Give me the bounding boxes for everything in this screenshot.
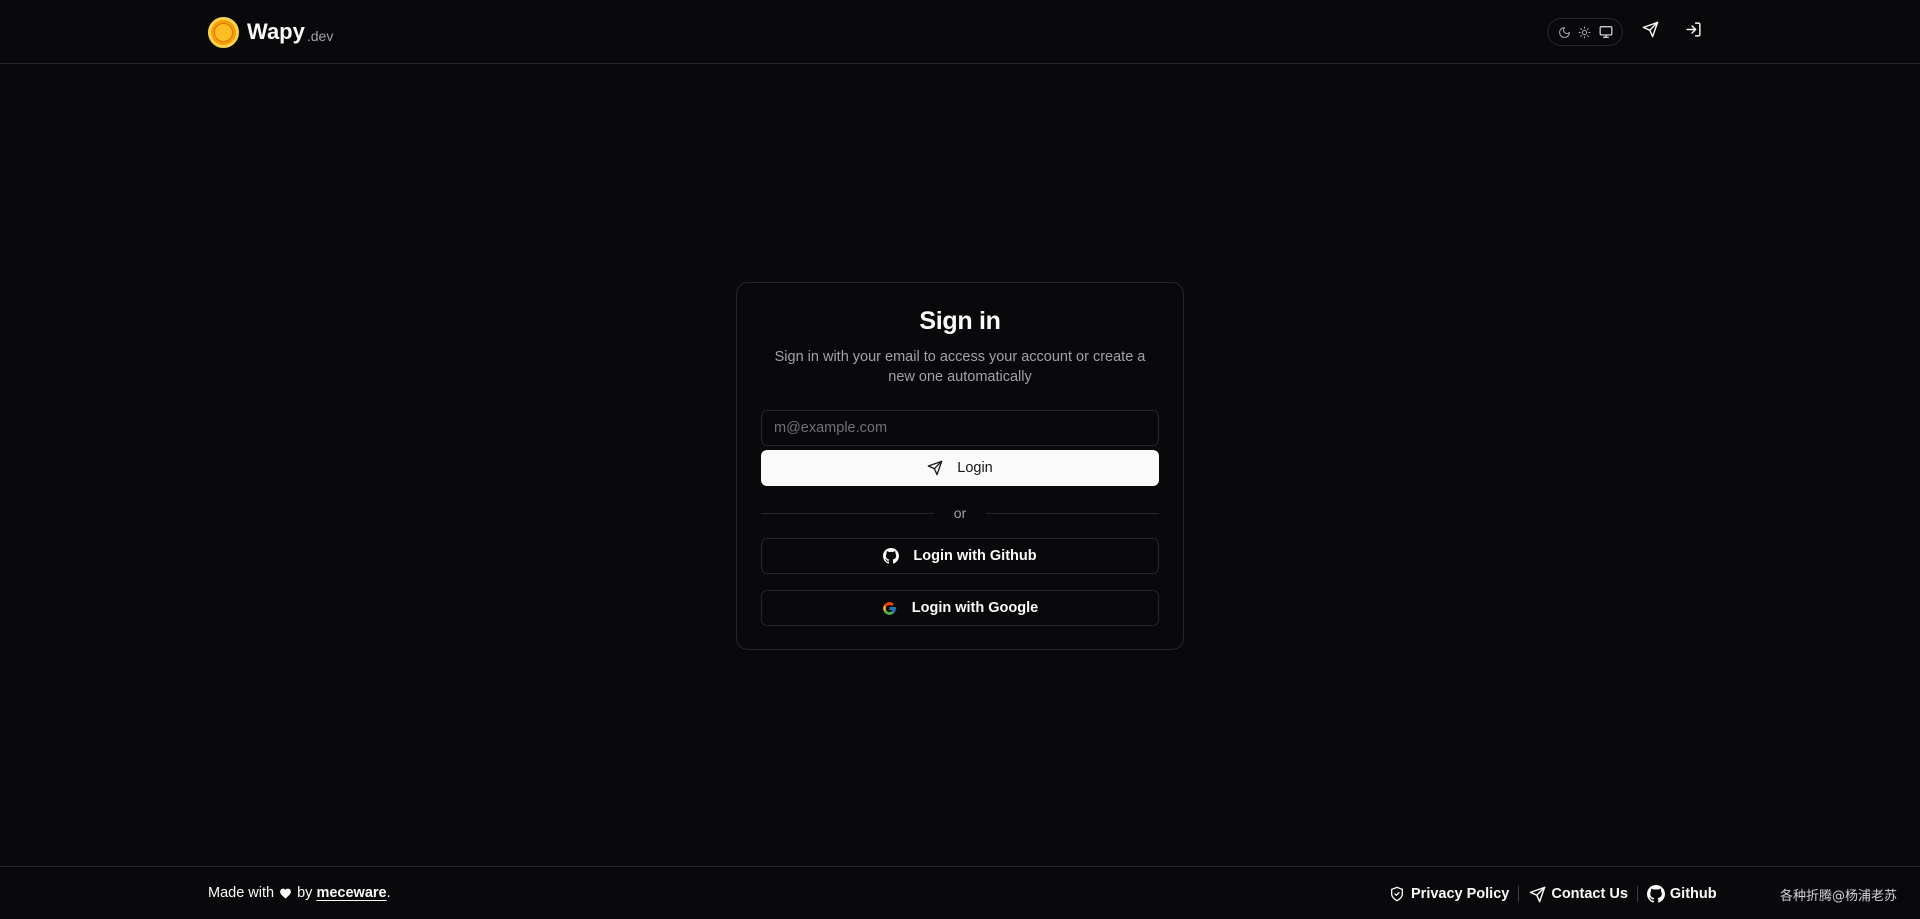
logo-icon bbox=[208, 16, 239, 48]
login-github-button[interactable]: Login with Github bbox=[761, 538, 1159, 574]
google-icon bbox=[882, 600, 898, 616]
contact-button[interactable] bbox=[1636, 18, 1664, 46]
divider-label: or bbox=[953, 505, 967, 521]
privacy-policy-link[interactable]: Privacy Policy bbox=[1388, 885, 1509, 903]
contact-us-link[interactable]: Contact Us bbox=[1528, 885, 1628, 903]
login-github-label: Login with Github bbox=[913, 548, 1037, 564]
top-nav: Wapy .dev bbox=[0, 0, 1920, 64]
login-nav-button[interactable] bbox=[1679, 18, 1707, 46]
github-link[interactable]: Github bbox=[1646, 885, 1717, 903]
logo-name: Wapy bbox=[247, 19, 305, 44]
moon-icon[interactable] bbox=[1556, 24, 1572, 40]
login-google-button[interactable]: Login with Google bbox=[761, 590, 1159, 626]
send-icon bbox=[1528, 885, 1546, 903]
send-icon bbox=[927, 460, 943, 476]
monitor-icon[interactable] bbox=[1598, 24, 1614, 40]
footer-links: Privacy Policy Contact Us Github bbox=[1388, 882, 1717, 906]
watermark: 各种折腾@杨浦老苏 bbox=[1780, 889, 1898, 904]
email-input[interactable] bbox=[761, 410, 1159, 446]
divider-line bbox=[761, 512, 934, 514]
footer-separator bbox=[1518, 886, 1520, 902]
footer-separator bbox=[1636, 886, 1638, 902]
github-icon bbox=[1646, 885, 1665, 903]
signin-title: Sign in bbox=[919, 307, 1001, 335]
heart-icon bbox=[279, 887, 292, 899]
privacy-policy-label: Privacy Policy bbox=[1411, 886, 1510, 902]
footer: Made with by meceware . Privacy Policy C… bbox=[0, 866, 1920, 919]
credit-period: . bbox=[386, 885, 391, 901]
or-divider: or bbox=[761, 503, 1160, 523]
log-in-icon bbox=[1685, 21, 1702, 43]
github-icon bbox=[883, 548, 900, 564]
sun-icon[interactable] bbox=[1577, 24, 1593, 40]
meceware-link[interactable]: meceware bbox=[316, 885, 386, 901]
send-icon bbox=[1642, 21, 1659, 43]
theme-switcher bbox=[1547, 18, 1623, 46]
logo-suffix: .dev bbox=[306, 28, 334, 44]
by-text: by bbox=[297, 885, 313, 901]
github-label: Github bbox=[1669, 886, 1717, 902]
login-button[interactable]: Login bbox=[761, 450, 1159, 486]
shield-check-icon bbox=[1388, 885, 1406, 903]
login-button-label: Login bbox=[957, 460, 993, 476]
login-google-label: Login with Google bbox=[911, 600, 1039, 616]
logo[interactable]: Wapy .dev bbox=[208, 16, 333, 48]
signin-description: Sign in with your email to access your a… bbox=[774, 349, 1146, 385]
divider-line bbox=[986, 512, 1160, 514]
signin-card: Sign in Sign in with your email to acces… bbox=[736, 282, 1184, 650]
made-with-credit: Made with by meceware . bbox=[208, 885, 391, 901]
contact-us-label: Contact Us bbox=[1551, 886, 1628, 902]
made-with-text: Made with bbox=[208, 885, 275, 901]
